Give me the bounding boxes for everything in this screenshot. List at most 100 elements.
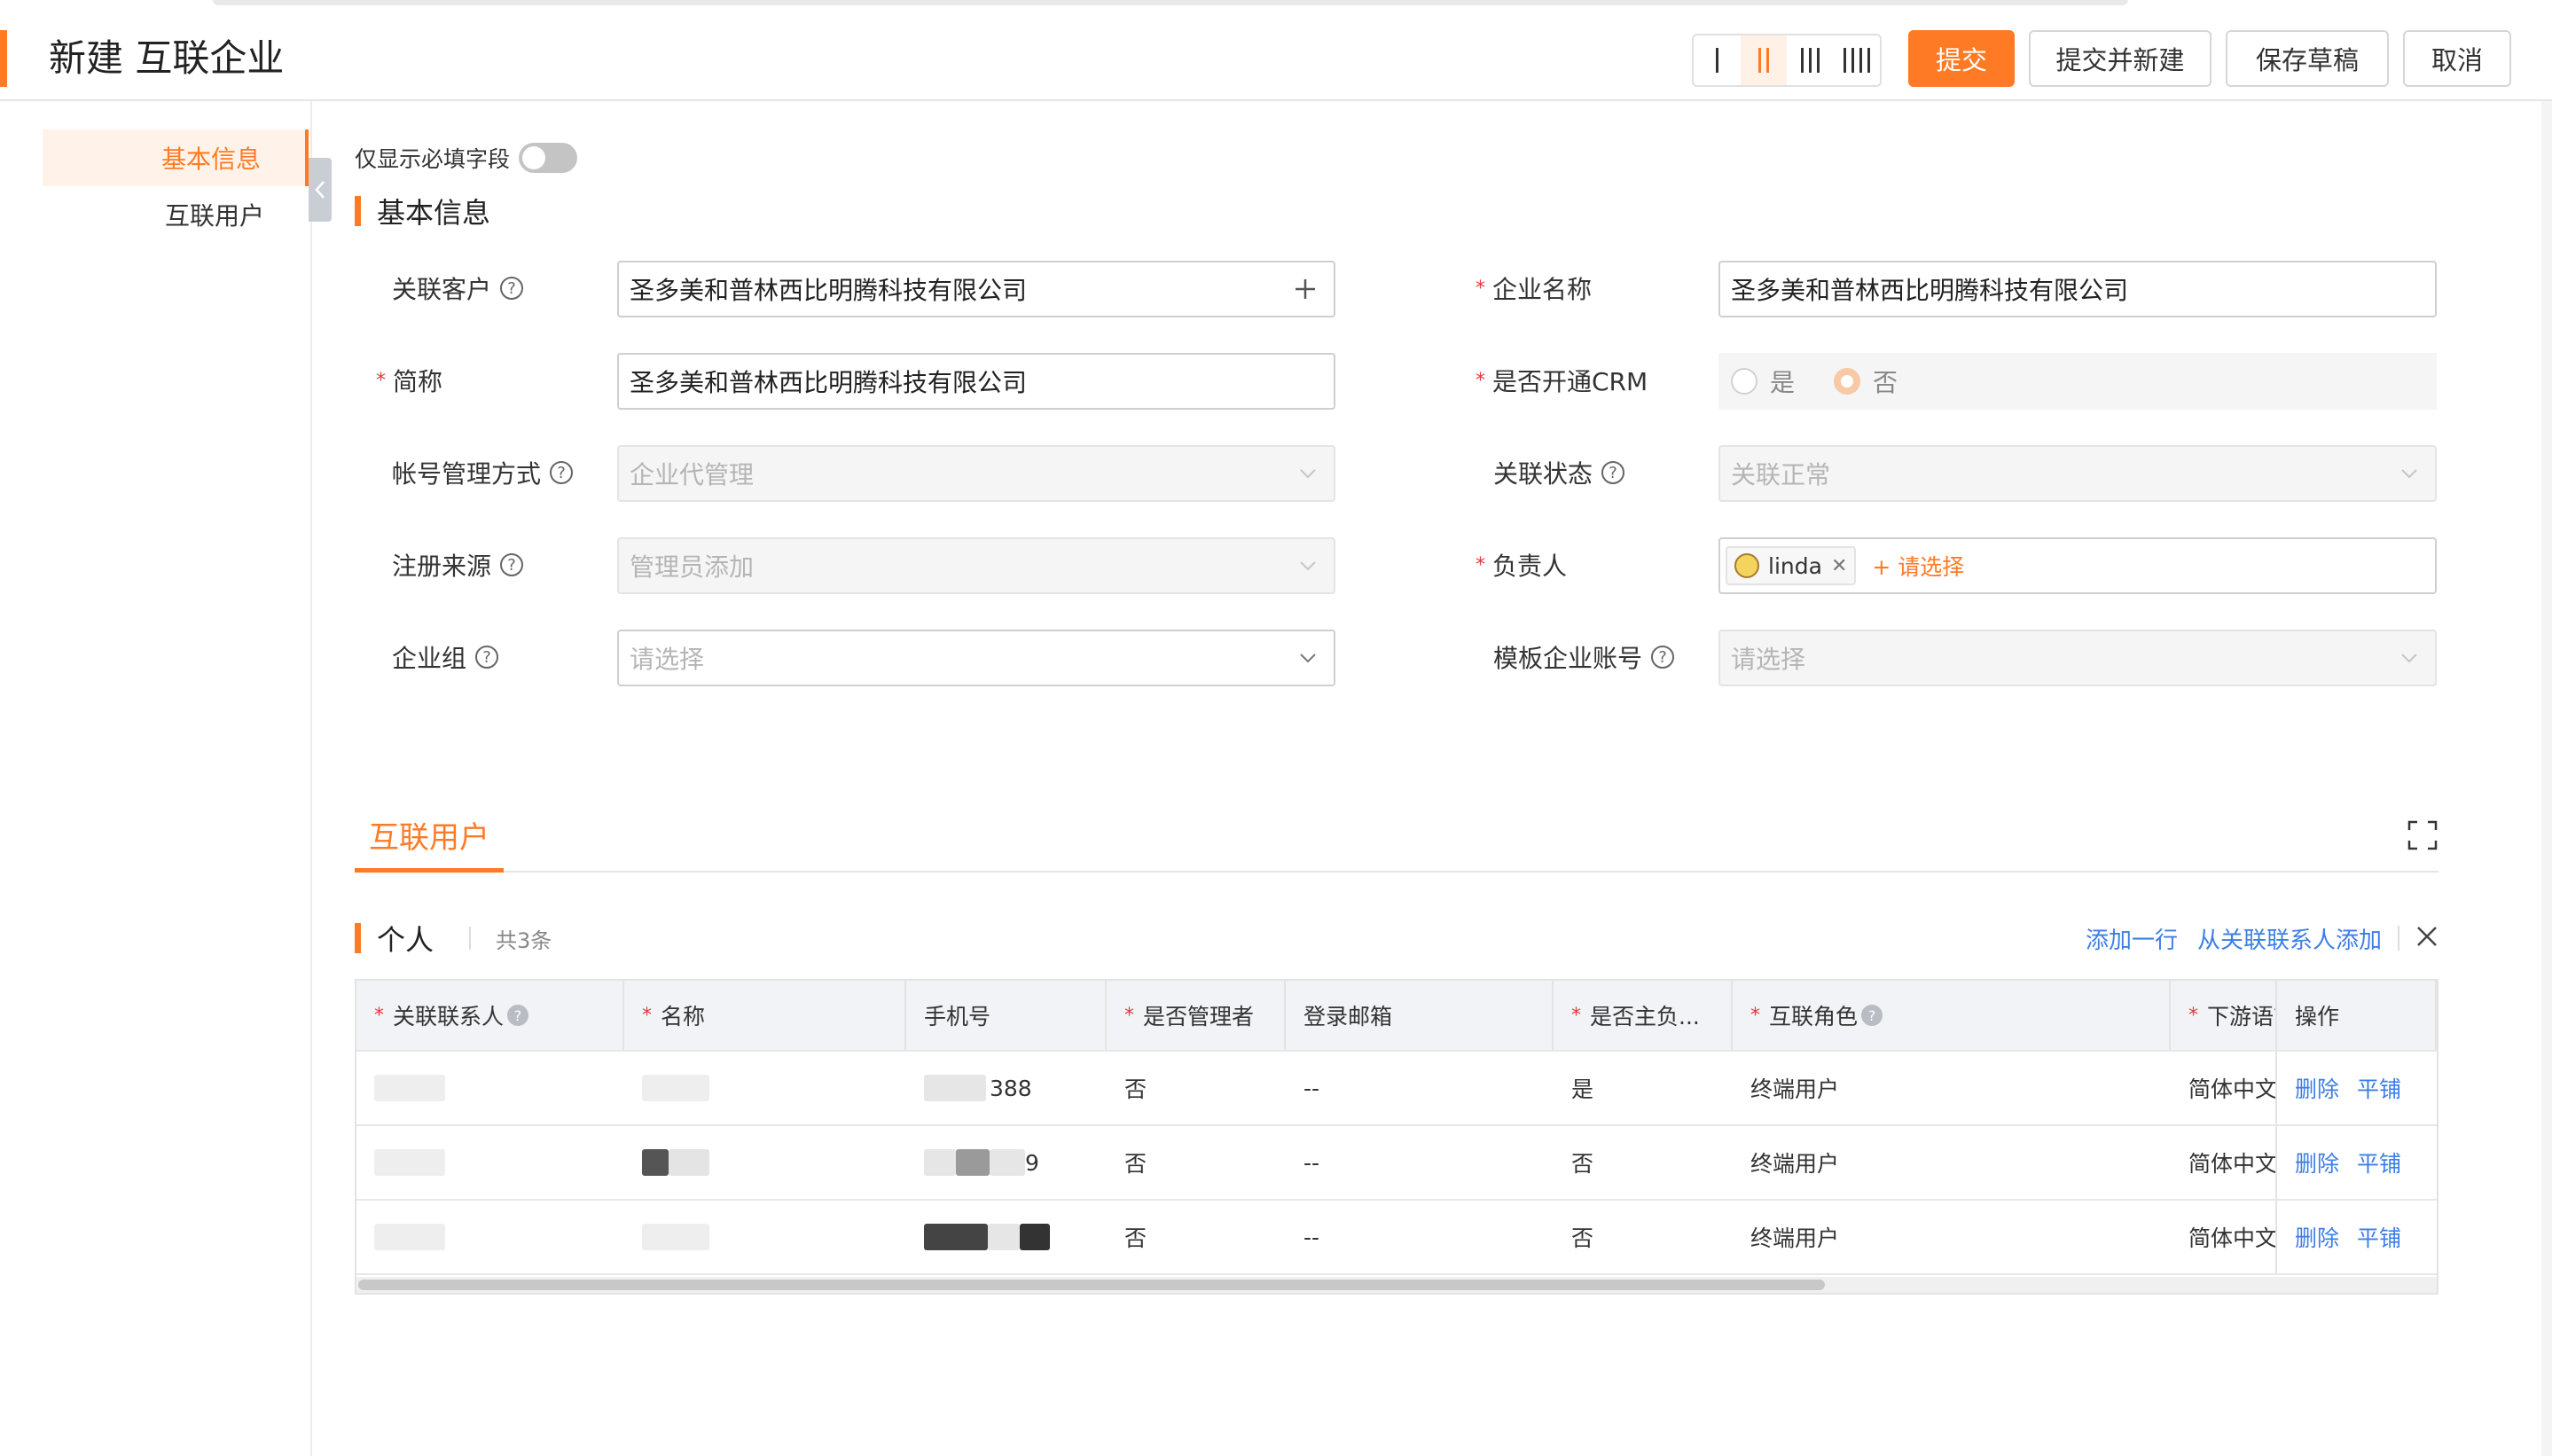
layout-3col-button[interactable] [1787,35,1834,85]
account-mgmt-select: 企业代管理 [617,445,1335,502]
row-is-main[interactable]: 否 [1554,1126,1733,1199]
row-is-admin[interactable]: 否 [1107,1052,1286,1124]
help-icon[interactable]: ? [500,277,524,300]
row-email[interactable]: -- [1286,1201,1554,1273]
row-role[interactable]: 终端用户 [1733,1052,2171,1124]
company-name-label: * 企业名称 [1476,275,1593,304]
help-icon[interactable]: ? [475,646,499,669]
row-delete-link[interactable]: 删除 [2295,1072,2339,1104]
link-status-label: 关联状态? [1493,445,1625,500]
row-delete-link[interactable]: 删除 [2295,1147,2339,1178]
company-name-input[interactable]: 圣多美和普林西比明腾科技有限公司 [1718,261,2437,317]
row-is-main[interactable]: 否 [1554,1201,1733,1273]
row-is-main[interactable]: 是 [1554,1052,1733,1124]
layout-2col-button[interactable] [1740,35,1787,85]
short-name-label: * 简称 [376,367,443,396]
close-icon[interactable]: ✕ [1831,555,1847,577]
open-crm-radio-group: 是 否 [1718,353,2437,410]
help-icon: ? [1861,1005,1883,1026]
required-only-label: 仅显示必填字段 [355,146,511,172]
row-tile-link[interactable]: 平铺 [2357,1221,2401,1253]
submit-button[interactable]: 提交 [1908,30,2015,87]
help-icon[interactable]: ? [550,461,574,484]
tab-linked-users[interactable]: 互联用户 [355,802,504,873]
open-crm-no-radio [1834,368,1861,395]
table-row: 否 -- 否 终端用户 简体中文 删除 平铺 [356,1201,2437,1275]
row-actions: 删除 平铺 [2275,1052,2437,1124]
chevron-down-icon [1298,447,1318,500]
owner-tag: linda ✕ [1726,546,1857,585]
help-icon[interactable]: ? [500,553,524,576]
row-role[interactable]: 终端用户 [1733,1201,2171,1273]
row-is-admin[interactable]: 否 [1107,1126,1286,1199]
company-group-select[interactable]: 请选择 [617,630,1335,686]
browser-top-strip [0,0,2552,11]
close-icon[interactable] [2415,925,2438,951]
table-header-row: * 关联联系人? * 名称 手机号 * 是否管理者 登录邮箱 * 是否主负... * 互联… [356,981,2437,1052]
help-icon[interactable]: ? [1601,461,1625,484]
submit-and-new-button[interactable]: 提交并新建 [2029,30,2211,87]
row-email[interactable]: -- [1286,1126,1554,1199]
chevron-down-icon [2399,447,2419,500]
owner-add-link[interactable]: + 请选择 [1872,550,1964,582]
basic-info-section-title: 基本信息 [355,193,490,230]
table-row: 388 否 -- 是 终端用户 简体中文 删除 平铺 [356,1052,2437,1126]
related-customer-input[interactable]: 圣多美和普林西比明腾科技有限公司 [617,261,1335,317]
chevron-down-icon [2399,631,2419,685]
row-contact-redacted [356,1126,624,1199]
save-draft-button[interactable]: 保存草稿 [2226,30,2389,87]
short-name-input[interactable]: 圣多美和普林西比明腾科技有限公司 [617,353,1335,410]
col-header-is-main: * 是否主负... [1554,981,1733,1050]
row-contact-redacted [356,1052,624,1124]
row-tile-link[interactable]: 平铺 [2357,1147,2401,1178]
company-group-label: 企业组? [392,630,499,685]
owner-label: * 负责人 [1476,552,1568,581]
record-count: 共3条 [496,928,552,953]
help-icon[interactable]: ? [1651,646,1675,669]
layout-switcher [1692,34,1882,87]
table-horizontal-scrollbar[interactable] [356,1277,2437,1293]
layout-1col-button[interactable] [1694,35,1741,85]
detail-tabs: 互联用户 [355,802,2438,873]
open-crm-label: * 是否开通CRM [1476,367,1648,396]
col-header-contact: * 关联联系人? [356,981,624,1050]
account-mgmt-label: 帐号管理方式? [392,445,574,500]
chevron-left-icon [315,181,325,199]
page-title: 新建 互联企业 [49,36,285,80]
layout-4col-button[interactable] [1834,35,1881,85]
sidebar-collapse-handle[interactable] [309,158,332,222]
table-row: 9 否 -- 否 终端用户 简体中文 删除 平铺 [356,1126,2437,1201]
row-role[interactable]: 终端用户 [1733,1126,2171,1199]
sidebar-item-basic-info[interactable]: 基本信息 [43,129,309,186]
col-header-actions: 操作 [2275,981,2437,1050]
template-account-select: 请选择 [1718,630,2437,686]
add-from-contacts-link[interactable]: 从关联联系人添加 [2197,922,2382,955]
cancel-button[interactable]: 取消 [2403,30,2511,87]
required-only-switch[interactable] [519,143,578,173]
reg-source-select: 管理员添加 [617,537,1335,594]
users-table: * 关联联系人? * 名称 手机号 * 是否管理者 登录邮箱 * 是否主负... * 互联… [355,979,2438,1295]
chevron-down-icon [1298,539,1318,592]
plus-icon[interactable] [1293,262,1318,316]
fullscreen-icon[interactable] [2407,819,2438,851]
row-delete-link[interactable]: 删除 [2295,1221,2339,1253]
row-email[interactable]: -- [1286,1052,1554,1124]
help-icon: ? [507,1005,529,1026]
add-row-link[interactable]: 添加一行 [2086,922,2178,955]
page-vertical-scrollbar[interactable] [2541,101,2552,1456]
template-account-label: 模板企业账号? [1493,630,1675,685]
row-name-redacted [624,1052,906,1124]
open-crm-yes-radio [1731,368,1757,395]
col-header-is-admin: * 是否管理者 [1107,981,1286,1050]
row-is-admin[interactable]: 否 [1107,1201,1286,1273]
table-actions: 添加一行 从关联联系人添加 [2063,922,2438,954]
row-name-redacted [624,1126,906,1199]
personal-section-title: 个人 [377,923,434,957]
app-root: 新建 互联企业 提交 提交并新建 保存草稿 取消 基本信息 互联用户 仅显示必填… [0,0,2552,1456]
sidebar-item-linked-users[interactable]: 互联用户 [43,186,309,243]
owner-picker[interactable]: linda ✕ + 请选择 [1718,537,2437,594]
related-customer-label: 关联客户? [392,261,524,316]
col-header-name: * 名称 [624,981,906,1050]
row-tile-link[interactable]: 平铺 [2357,1072,2401,1104]
chevron-down-icon [1298,631,1318,685]
